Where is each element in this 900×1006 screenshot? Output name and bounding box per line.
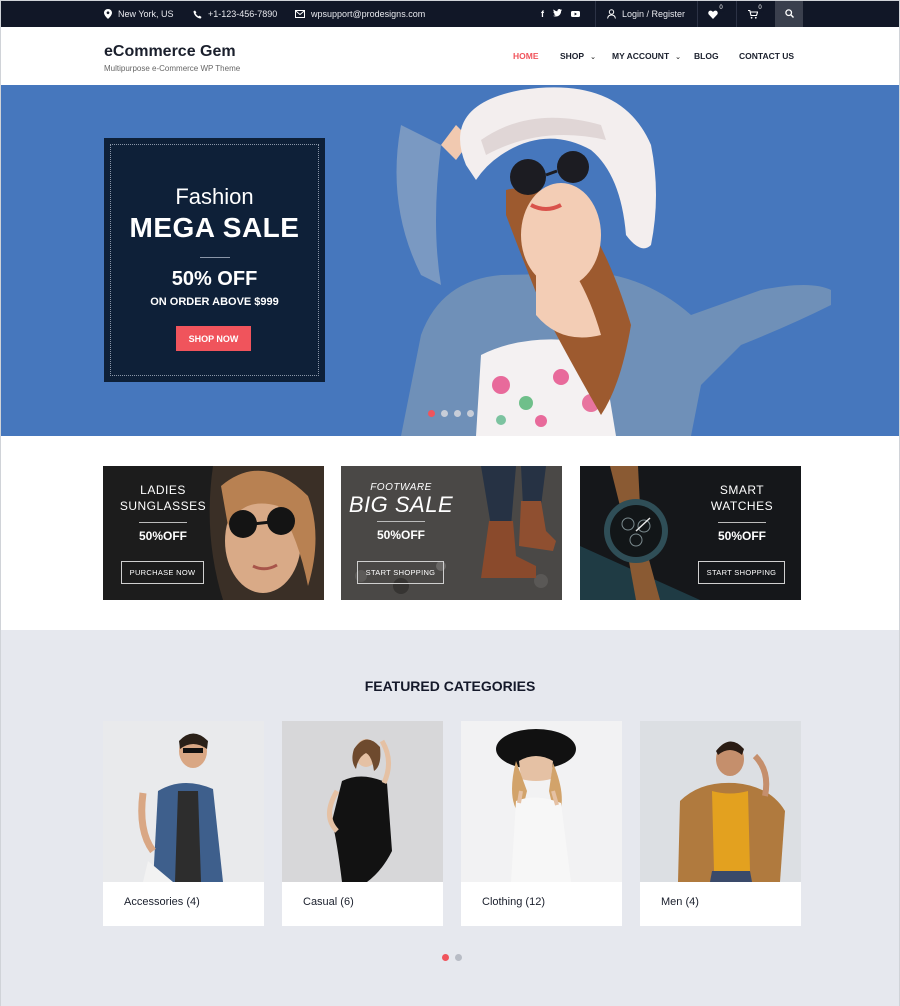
divider (697, 1, 698, 27)
promo-text: LADIES SUNGLASSES 50%OFF (113, 482, 213, 543)
hero-slider-dots (428, 410, 474, 417)
category-card-clothing[interactable]: Clothing (12) (461, 721, 622, 926)
nav-item-label: MY ACCOUNT (612, 51, 670, 61)
envelope-icon (295, 10, 305, 18)
promo-discount: 50%OFF (717, 529, 766, 543)
email-info[interactable]: wpsupport@prodesigns.com (295, 1, 425, 27)
purchase-now-button[interactable]: PURCHASE NOW (121, 561, 204, 584)
location-text: New York, US (118, 9, 174, 19)
slider-dot[interactable] (441, 410, 448, 417)
category-label: Casual (6) (303, 896, 354, 908)
social-links: f (541, 1, 580, 27)
promo-banner-watches[interactable]: SMART WATCHES 50%OFF START SHOPPING (580, 466, 801, 600)
wishlist-button[interactable] (708, 1, 718, 27)
site-tagline: Multipurpose e-Commerce WP Theme (104, 64, 241, 73)
category-card-accessories[interactable]: Accessories (4) (103, 721, 264, 926)
hero-divider (200, 257, 230, 258)
user-icon (607, 9, 616, 19)
start-shopping-button[interactable]: START SHOPPING (698, 561, 785, 584)
category-carousel-dots (442, 954, 462, 961)
category-image (282, 721, 443, 882)
nav-item-shop[interactable]: SHOP ⌄ (560, 51, 596, 61)
nav-item-my-account[interactable]: MY ACCOUNT ⌄ (612, 51, 681, 61)
category-card-men[interactable]: Men (4) (640, 721, 801, 926)
facebook-icon[interactable]: f (541, 9, 544, 19)
search-button[interactable] (775, 1, 803, 27)
category-label: Accessories (4) (124, 896, 200, 908)
promo-discount: 50%OFF (376, 528, 425, 542)
category-label: Men (4) (661, 896, 699, 908)
login-register-link[interactable]: Login / Register (607, 1, 685, 27)
category-label: Clothing (12) (482, 896, 545, 908)
promo-line2: WATCHES (710, 499, 774, 513)
email-text: wpsupport@prodesigns.com (311, 9, 426, 19)
wishlist-count-badge: 0 (717, 4, 725, 12)
heart-icon (708, 10, 718, 19)
promo-divider (377, 521, 425, 522)
promo-discount: 50%OFF (138, 529, 187, 543)
category-image (461, 721, 622, 882)
category-image (103, 721, 264, 882)
slider-dot[interactable] (467, 410, 474, 417)
promo-banner-sunglasses[interactable]: LADIES SUNGLASSES 50%OFF PURCHASE NOW (103, 466, 324, 600)
hero-slider[interactable]: Fashion MEGA SALE 50% OFF ON ORDER ABOVE… (1, 85, 899, 436)
hero-condition: ON ORDER ABOVE $999 (150, 296, 279, 308)
chevron-down-icon: ⌄ (590, 54, 596, 61)
promo-text: SMART WATCHES 50%OFF (692, 482, 792, 543)
promo-line2: BIG SALE (348, 492, 454, 517)
promo-line2: SUNGLASSES (119, 499, 207, 513)
slider-dot[interactable] (428, 410, 435, 417)
phone-info[interactable]: +1-123-456-7890 (193, 1, 277, 27)
start-shopping-button[interactable]: START SHOPPING (357, 561, 444, 584)
nav-item-contact-us[interactable]: CONTACT US (739, 51, 794, 61)
section-title: FEATURED CATEGORIES (364, 678, 536, 694)
promo-text: FOOTWARE BIG SALE 50%OFF (346, 482, 456, 542)
cart-count-badge: 0 (756, 4, 764, 12)
hero-promo-card: Fashion MEGA SALE 50% OFF ON ORDER ABOVE… (104, 138, 325, 382)
featured-categories-section: FEATURED CATEGORIES Accessories (4) Casu… (1, 630, 899, 1006)
promo-line1: LADIES (140, 483, 186, 497)
nav-item-label: SHOP (560, 51, 585, 61)
promo-banner-footware[interactable]: FOOTWARE BIG SALE 50%OFF START SHOPPING (341, 466, 562, 600)
location-info: New York, US (104, 1, 174, 27)
divider (736, 1, 737, 27)
slider-dot[interactable] (454, 410, 461, 417)
promo-line1: SMART (719, 483, 765, 497)
twitter-icon[interactable] (553, 9, 562, 19)
login-text: Login / Register (622, 9, 686, 19)
site-header: eCommerce Gem Multipurpose e-Commerce WP… (1, 27, 899, 85)
category-card-casual[interactable]: Casual (6) (282, 721, 443, 926)
chevron-down-icon: ⌄ (675, 54, 682, 61)
category-image (640, 721, 801, 882)
nav-item-blog[interactable]: BLOG (694, 51, 719, 61)
promo-divider (718, 522, 766, 523)
top-bar: New York, US +1-123-456-7890 wpsupport@p… (1, 1, 899, 27)
search-icon (784, 8, 794, 20)
phone-text: +1-123-456-7890 (208, 9, 278, 19)
promo-divider (139, 522, 187, 523)
site-title[interactable]: eCommerce Gem (104, 43, 236, 61)
shop-now-button[interactable]: SHOP NOW (176, 326, 251, 351)
carousel-dot[interactable] (442, 954, 449, 961)
carousel-dot[interactable] (455, 954, 462, 961)
hero-discount: 50% OFF (171, 268, 258, 290)
map-pin-icon (104, 9, 112, 19)
phone-icon (193, 10, 202, 19)
nav-item-home[interactable]: HOME (513, 51, 539, 61)
youtube-icon[interactable] (571, 9, 580, 20)
hero-subtitle: Fashion (175, 184, 254, 209)
hero-title: MEGA SALE (129, 212, 300, 243)
divider (595, 1, 596, 27)
